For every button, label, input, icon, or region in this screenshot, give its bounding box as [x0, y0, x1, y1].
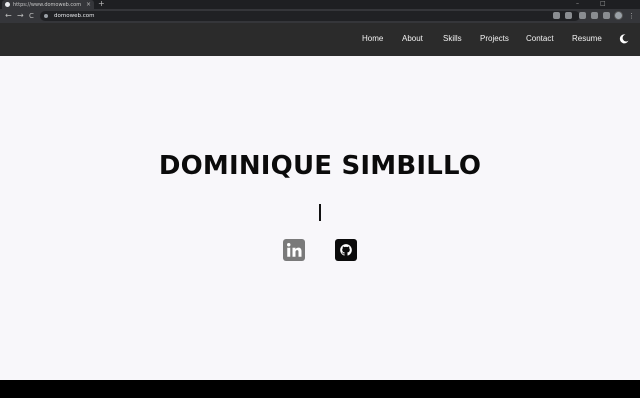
browser-toolbar: ← → C domoweb.com ⋮: [0, 9, 640, 23]
taskbar: [0, 380, 640, 398]
extension-icon[interactable]: [579, 12, 586, 19]
browser-menu-icon[interactable]: ⋮: [628, 11, 635, 21]
linkedin-icon: [287, 243, 302, 257]
new-tab-button[interactable]: +: [98, 0, 105, 8]
nav-projects[interactable]: Projects: [480, 34, 509, 43]
back-button[interactable]: ←: [5, 11, 12, 21]
reload-button[interactable]: C: [29, 11, 34, 21]
github-link[interactable]: [335, 239, 357, 261]
hero-name: DOMINIQUE SIMBILLO: [158, 151, 482, 181]
minimize-button[interactable]: –: [576, 0, 579, 7]
favicon-icon: [5, 2, 10, 7]
bookmark-star-icon[interactable]: [565, 12, 572, 19]
nav-contact[interactable]: Contact: [526, 34, 554, 43]
typing-cursor: [319, 204, 321, 221]
site-info-icon[interactable]: [44, 14, 48, 18]
moon-icon[interactable]: [618, 33, 630, 45]
address-bar[interactable]: domoweb.com: [40, 11, 580, 21]
extensions-puzzle-icon[interactable]: [591, 12, 598, 19]
hero-section: DOMINIQUE SIMBILLO: [0, 56, 640, 380]
side-panel-icon[interactable]: [603, 12, 610, 19]
site-navbar: Home About Skills Projects Contact Resum…: [0, 23, 640, 56]
nav-resume[interactable]: Resume: [572, 34, 602, 43]
restore-button[interactable]: □: [600, 0, 606, 7]
tab-title: https://www.domoweb.com: [13, 1, 82, 8]
share-icon[interactable]: [553, 12, 560, 19]
nav-home[interactable]: Home: [362, 34, 383, 43]
address-url: domoweb.com: [54, 13, 95, 19]
forward-button[interactable]: →: [17, 11, 24, 21]
github-icon: [340, 244, 352, 256]
linkedin-link[interactable]: [283, 239, 305, 261]
browser-tabstrip: https://www.domoweb.com × + – □: [0, 0, 640, 9]
tab-close-icon[interactable]: ×: [86, 1, 91, 8]
nav-about[interactable]: About: [402, 34, 423, 43]
profile-avatar[interactable]: [614, 11, 623, 20]
browser-tab[interactable]: https://www.domoweb.com ×: [2, 0, 94, 9]
nav-skills[interactable]: Skills: [443, 34, 462, 43]
